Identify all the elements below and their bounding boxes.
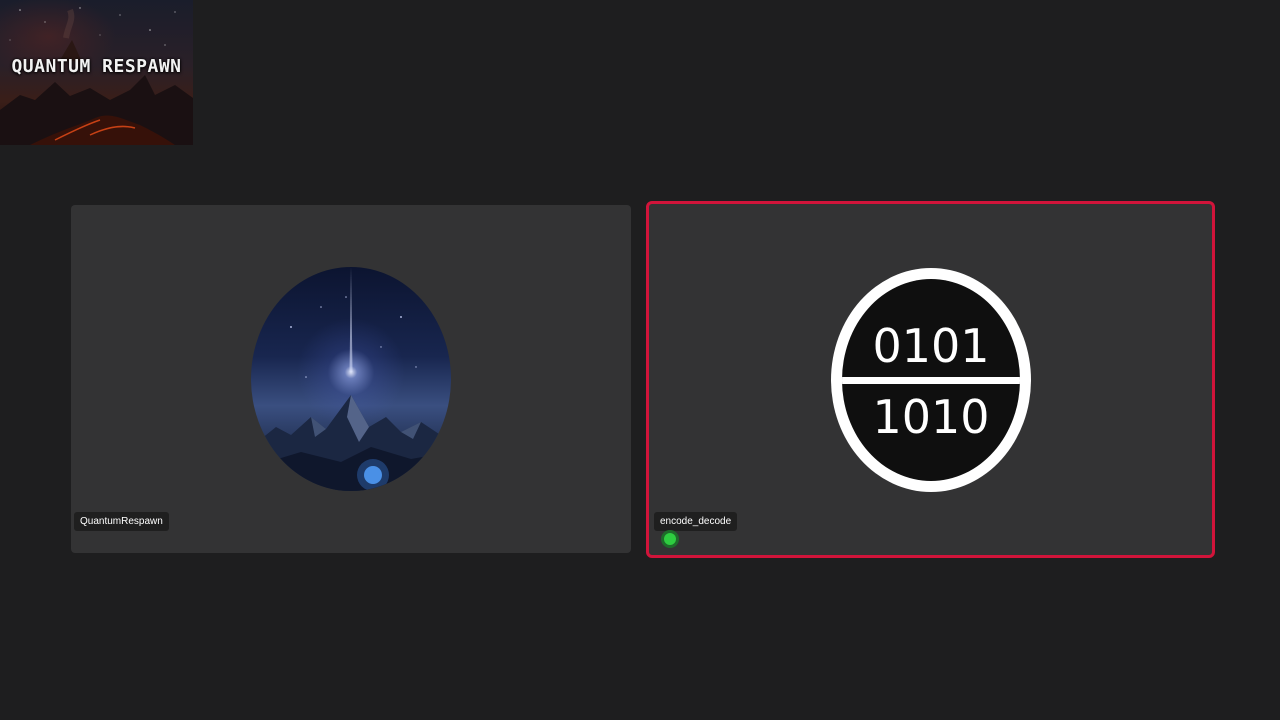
avatar-divider [842, 377, 1020, 384]
logo-title: QUANTUM RESPAWN [11, 56, 182, 77]
call-stage: QUANTUM RESPAWN QuantumRespawn 0101 1010… [0, 0, 1280, 720]
participant-tile-encode-decode[interactable]: 0101 1010 encode_decode [646, 201, 1215, 558]
channel-logo: QUANTUM RESPAWN [0, 0, 193, 145]
binary-code-avatar: 0101 1010 [831, 268, 1031, 492]
participant-tile-quantumrespawn[interactable]: QuantumRespawn [71, 205, 631, 553]
speaking-indicator-icon [664, 533, 676, 545]
participant-name-label: encode_decode [654, 512, 738, 531]
avatar-binary-bottom: 1010 [872, 390, 990, 444]
participant-name-label: QuantumRespawn [74, 512, 169, 531]
avatar-binary-top: 0101 [872, 319, 990, 373]
mountain-starburst-avatar [251, 267, 451, 491]
